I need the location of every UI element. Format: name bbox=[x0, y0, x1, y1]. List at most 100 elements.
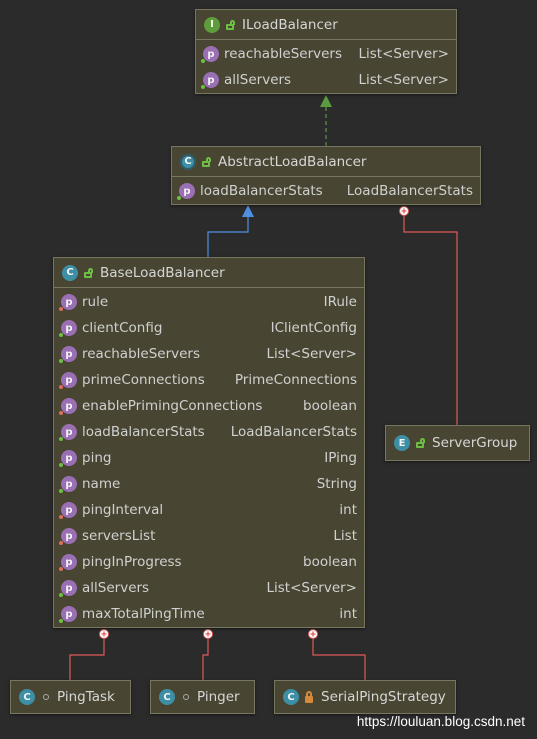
node-title: SerialPingStrategy bbox=[321, 689, 446, 705]
iloadbalancer-node[interactable]: I ILoadBalancer p reachableServers List<… bbox=[195, 9, 457, 94]
field-row: p reachableServers List<Server> bbox=[196, 41, 456, 67]
property-icon: p bbox=[59, 450, 77, 467]
field-row: p allServers List<Server> bbox=[54, 575, 364, 601]
field-type: List<Server> bbox=[358, 72, 450, 88]
node-title: ILoadBalancer bbox=[242, 16, 338, 33]
servergroup-inner-edge bbox=[403, 215, 458, 425]
property-icon: p bbox=[59, 294, 77, 311]
node-header: C Pinger bbox=[151, 681, 254, 713]
field-type: boolean bbox=[303, 554, 357, 570]
node-title: ServerGroup bbox=[432, 435, 518, 451]
property-icon: p bbox=[59, 528, 77, 545]
field-type: List<Server> bbox=[358, 46, 450, 62]
pinger-inner-edge bbox=[202, 638, 209, 680]
field-type: List<Server> bbox=[266, 346, 358, 362]
field-row: p rule IRule bbox=[54, 289, 364, 315]
pinger-node[interactable]: C Pinger bbox=[150, 680, 255, 714]
field-row: p ping IPing bbox=[54, 445, 364, 471]
private-dot-icon bbox=[59, 411, 63, 415]
private-dot-icon bbox=[59, 385, 63, 389]
field-name: allServers bbox=[224, 72, 292, 88]
field-type: LoadBalancerStats bbox=[230, 424, 357, 440]
pingtask-inner-marker bbox=[99, 629, 109, 639]
field-type: List<Server> bbox=[266, 580, 358, 596]
field-row: p serversList List bbox=[54, 523, 364, 549]
field-list: p rule IRule p clientConfig IClientConfig pr… bbox=[54, 288, 364, 627]
field-name: pingInterval bbox=[82, 502, 164, 518]
public-dot-icon bbox=[59, 463, 63, 467]
node-title: Pinger bbox=[197, 689, 240, 705]
property-icon: p bbox=[201, 46, 219, 63]
field-type: IClientConfig bbox=[270, 320, 357, 336]
public-dot-icon bbox=[59, 593, 63, 597]
servergroup-node[interactable]: E ServerGroup bbox=[385, 425, 530, 461]
field-list: p reachableServers List<Server> p allSer… bbox=[196, 40, 456, 93]
field-row: p pingInterval int bbox=[54, 497, 364, 523]
package-private-icon bbox=[183, 694, 189, 700]
field-row: p primeConnections PrimeConnections bbox=[54, 367, 364, 393]
node-header: C SerialPingStrategy bbox=[275, 681, 455, 713]
field-row: p reachableServers List<Server> bbox=[54, 341, 364, 367]
package-private-icon bbox=[43, 694, 49, 700]
extends-edge bbox=[207, 216, 249, 257]
class-icon: C bbox=[159, 689, 175, 705]
field-type: int bbox=[339, 502, 357, 518]
lock-open-icon bbox=[226, 19, 235, 30]
interface-icon: I bbox=[204, 16, 220, 33]
field-row: p maxTotalPingTime int bbox=[54, 601, 364, 627]
public-dot-icon bbox=[177, 196, 181, 200]
property-icon: p bbox=[59, 320, 77, 337]
field-name: primeConnections bbox=[82, 372, 205, 388]
property-icon: p bbox=[177, 183, 195, 200]
implements-arrowhead bbox=[320, 95, 332, 107]
field-name: pingInProgress bbox=[82, 554, 182, 570]
field-name: clientConfig bbox=[82, 320, 163, 336]
field-name: ping bbox=[82, 450, 112, 466]
node-header: C AbstractLoadBalancer bbox=[172, 147, 480, 177]
field-row: p loadBalancerStats LoadBalancerStats bbox=[172, 178, 480, 204]
field-type: PrimeConnections bbox=[234, 372, 357, 388]
property-icon: p bbox=[59, 346, 77, 363]
private-dot-icon bbox=[59, 567, 63, 571]
baseloadbalancer-node[interactable]: C BaseLoadBalancer p rule IRule p clientCon… bbox=[53, 257, 365, 628]
lock-closed-icon bbox=[305, 690, 313, 703]
property-icon: p bbox=[59, 606, 77, 623]
class-icon: C bbox=[283, 689, 299, 705]
field-name: reachableServers bbox=[82, 346, 201, 362]
public-dot-icon bbox=[59, 359, 63, 363]
field-name: reachableServers bbox=[224, 46, 343, 62]
abstract-class-icon: C bbox=[180, 153, 196, 170]
field-name: serversList bbox=[82, 528, 156, 544]
field-name: maxTotalPingTime bbox=[82, 606, 205, 622]
public-dot-icon bbox=[201, 85, 205, 89]
abstractloadbalancer-node[interactable]: C AbstractLoadBalancer p loadBalancerSta… bbox=[171, 146, 481, 205]
lock-open-icon bbox=[416, 438, 425, 448]
field-type: IRule bbox=[323, 294, 357, 310]
serialpingstrategy-inner-marker bbox=[308, 629, 318, 639]
property-icon: p bbox=[59, 580, 77, 597]
class-icon: C bbox=[19, 689, 35, 705]
property-icon: p bbox=[59, 554, 77, 571]
property-icon: p bbox=[59, 372, 77, 389]
field-name: allServers bbox=[82, 580, 150, 596]
field-row: p clientConfig IClientConfig bbox=[54, 315, 364, 341]
public-dot-icon bbox=[59, 437, 63, 441]
private-dot-icon bbox=[59, 541, 63, 545]
serialpingstrategy-inner-edge bbox=[312, 638, 366, 680]
property-icon: p bbox=[59, 502, 77, 519]
private-dot-icon bbox=[59, 307, 63, 311]
field-row: p loadBalancerStats LoadBalancerStats bbox=[54, 419, 364, 445]
field-type: String bbox=[316, 476, 357, 492]
property-icon: p bbox=[59, 424, 77, 441]
field-row: p allServers List<Server> bbox=[196, 67, 456, 93]
node-title: BaseLoadBalancer bbox=[100, 264, 225, 281]
field-name: enablePrimingConnections bbox=[82, 398, 263, 414]
pingtask-inner-edge bbox=[69, 638, 105, 680]
serialpingstrategy-node[interactable]: C SerialPingStrategy bbox=[274, 680, 456, 714]
lock-open-icon bbox=[84, 267, 93, 278]
public-dot-icon bbox=[59, 333, 63, 337]
class-icon: C bbox=[62, 264, 78, 281]
lock-open-icon bbox=[202, 156, 211, 167]
property-icon: p bbox=[201, 72, 219, 89]
pingtask-node[interactable]: C PingTask bbox=[10, 680, 131, 714]
